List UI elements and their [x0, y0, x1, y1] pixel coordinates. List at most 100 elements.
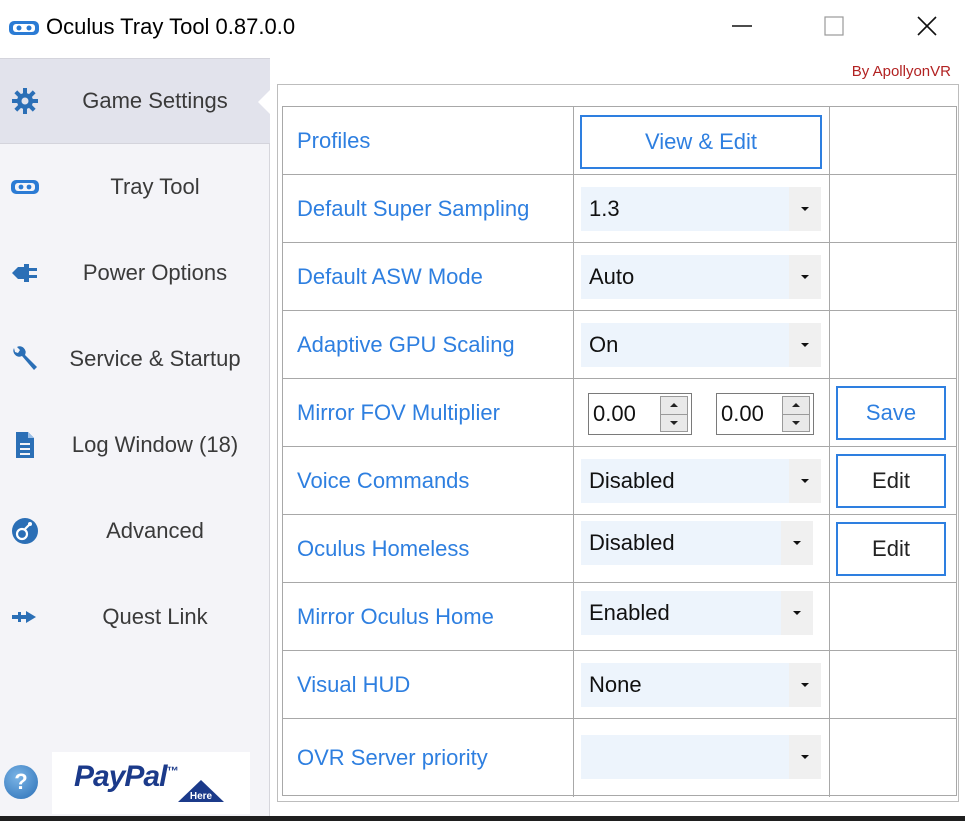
mirror-fov-x-value: 0.00	[593, 401, 636, 426]
mirror-fov-y-stepper[interactable]: 0.00	[716, 393, 814, 435]
advanced-icon	[10, 516, 40, 546]
title-bar: Oculus Tray Tool 0.87.0.0	[0, 0, 965, 56]
sidebar-item-power-options[interactable]: Power Options	[0, 230, 270, 316]
close-button[interactable]	[903, 6, 951, 46]
sidebar-item-label: Service & Startup	[69, 346, 241, 371]
settings-grid: Profiles View & Edit Default Super Sampl…	[282, 106, 957, 797]
link-arrow-icon	[10, 602, 40, 632]
paypal-donate-button[interactable]: PayPal™ Here	[52, 752, 250, 814]
stepper-up-button[interactable]	[783, 397, 809, 414]
vr-headset-icon	[10, 172, 40, 202]
gpu-scaling-select[interactable]: On	[581, 323, 821, 367]
dropdown-arrow-icon	[789, 323, 821, 367]
mirror-home-label: Mirror Oculus Home	[297, 604, 494, 629]
maximize-button[interactable]	[810, 6, 858, 46]
settings-row-mirror-home: Mirror Oculus Home Enabled	[283, 583, 956, 651]
oculus-homeless-select[interactable]: Disabled	[581, 521, 813, 565]
voice-commands-value: Disabled	[589, 468, 675, 493]
sidebar-item-label: Tray Tool	[110, 174, 200, 199]
sidebar-item-label: Quest Link	[102, 604, 208, 629]
dropdown-arrow-icon	[789, 187, 821, 231]
super-sampling-value: 1.3	[589, 196, 620, 221]
super-sampling-select[interactable]: 1.3	[581, 187, 821, 231]
ovr-priority-select[interactable]	[581, 735, 821, 779]
close-icon	[917, 16, 937, 36]
oculus-homeless-label: Oculus Homeless	[297, 536, 470, 561]
settings-row-mirror-fov: Mirror FOV Multiplier 0.00 0.00 Save	[283, 379, 956, 447]
help-icon: ?	[14, 769, 28, 794]
voice-commands-select[interactable]: Disabled	[581, 459, 821, 503]
sidebar-item-advanced[interactable]: Advanced	[0, 488, 270, 574]
voice-commands-label: Voice Commands	[297, 468, 470, 493]
sidebar-item-label: Power Options	[82, 260, 228, 285]
asw-mode-value: Auto	[589, 264, 635, 289]
chevron-up-icon	[792, 403, 800, 408]
save-fov-button[interactable]: Save	[836, 386, 946, 440]
stepper-down-button[interactable]	[783, 413, 809, 432]
mirror-home-value: Enabled	[589, 600, 670, 625]
taskbar-edge	[0, 816, 965, 821]
sidebar-item-game-settings[interactable]: Game Settings	[0, 58, 271, 144]
sidebar-item-log-window[interactable]: Log Window (18)	[0, 402, 270, 488]
visual-hud-select[interactable]: None	[581, 663, 821, 707]
stepper-buttons	[782, 396, 810, 432]
mirror-fov-y-value: 0.00	[721, 401, 764, 426]
document-icon	[10, 430, 40, 460]
gpu-scaling-value: On	[589, 332, 619, 357]
sidebar: Game Settings Tray Tool Power Options Se…	[0, 58, 271, 816]
profiles-label: Profiles	[297, 128, 371, 153]
chevron-down-icon	[792, 420, 800, 425]
wrench-icon	[10, 344, 40, 374]
edit-homeless-button[interactable]: Edit	[836, 522, 946, 576]
asw-mode-label: Default ASW Mode	[297, 264, 483, 289]
gpu-scaling-label: Adaptive GPU Scaling	[297, 332, 515, 357]
view-edit-profiles-button[interactable]: View & Edit	[580, 115, 822, 169]
sidebar-item-service-startup[interactable]: Service & Startup	[0, 316, 270, 402]
plug-icon	[10, 258, 40, 288]
settings-row-oculus-homeless: Oculus Homeless Disabled Edit	[283, 515, 956, 583]
vr-headset-icon	[9, 21, 39, 35]
sidebar-item-label: Game Settings	[82, 88, 228, 113]
oculus-homeless-value: Disabled	[589, 530, 675, 555]
stepper-down-button[interactable]	[661, 413, 687, 432]
settings-row-super-sampling: Default Super Sampling 1.3	[283, 175, 956, 243]
mirror-fov-x-stepper[interactable]: 0.00	[588, 393, 692, 435]
minimize-button[interactable]	[718, 6, 766, 46]
settings-row-voice-commands: Voice Commands Disabled Edit	[283, 447, 956, 515]
sidebar-item-label: Log Window (18)	[71, 432, 239, 457]
paypal-text: PayPal	[74, 760, 167, 793]
author-byline: By ApollyonVR	[851, 63, 951, 80]
gear-icon	[10, 86, 40, 116]
visual-hud-value: None	[589, 672, 642, 697]
stepper-buttons	[660, 396, 688, 432]
chevron-down-icon	[670, 420, 678, 425]
dropdown-arrow-icon	[789, 255, 821, 299]
mirror-home-select[interactable]: Enabled	[581, 591, 813, 635]
mirror-fov-label: Mirror FOV Multiplier	[297, 400, 500, 425]
edit-voice-commands-button[interactable]: Edit	[836, 454, 946, 508]
paypal-badge-text: Here	[190, 791, 213, 802]
window-title: Oculus Tray Tool 0.87.0.0	[46, 14, 296, 39]
settings-row-ovr-priority: OVR Server priority	[283, 719, 956, 797]
ovr-priority-label: OVR Server priority	[297, 745, 488, 770]
super-sampling-label: Default Super Sampling	[297, 196, 530, 221]
chevron-up-icon	[670, 403, 678, 408]
paypal-logo: PayPal™	[74, 760, 178, 794]
paypal-badge: Here	[178, 780, 224, 802]
sidebar-item-quest-link[interactable]: Quest Link	[0, 574, 270, 660]
dropdown-arrow-icon	[781, 591, 813, 635]
settings-row-profiles: Profiles View & Edit	[283, 107, 956, 175]
help-button[interactable]: ?	[4, 765, 38, 799]
dropdown-arrow-icon	[789, 459, 821, 503]
maximize-icon	[824, 16, 844, 36]
sidebar-item-tray-tool[interactable]: Tray Tool	[0, 144, 270, 230]
sidebar-item-label: Advanced	[106, 518, 204, 543]
visual-hud-label: Visual HUD	[297, 672, 411, 697]
asw-mode-select[interactable]: Auto	[581, 255, 821, 299]
minimize-icon	[732, 25, 752, 27]
settings-row-gpu-scaling: Adaptive GPU Scaling On	[283, 311, 956, 379]
dropdown-arrow-icon	[789, 663, 821, 707]
dropdown-arrow-icon	[789, 735, 821, 779]
settings-row-visual-hud: Visual HUD None	[283, 651, 956, 719]
stepper-up-button[interactable]	[661, 397, 687, 414]
